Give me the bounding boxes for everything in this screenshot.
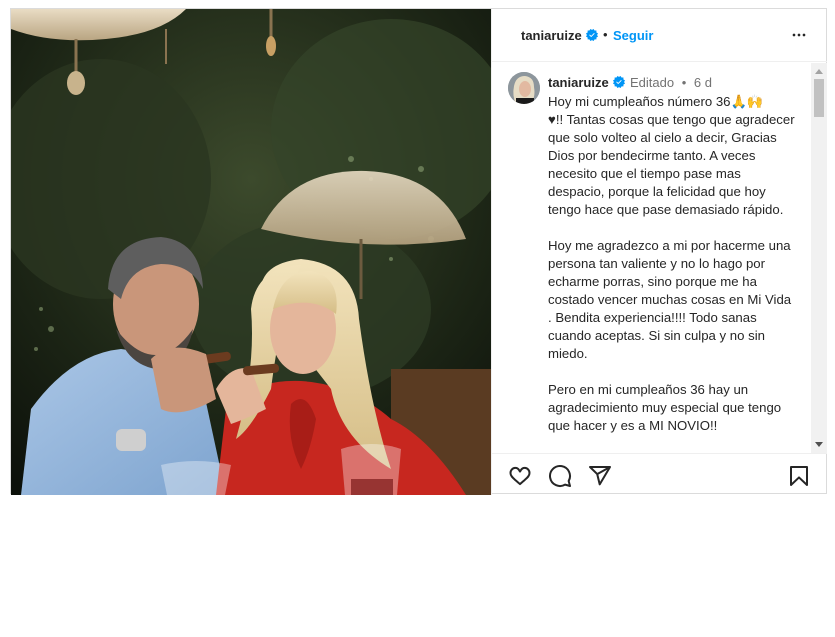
- instagram-post: taniaruize • Seguir taniaruize Editado •…: [10, 8, 827, 495]
- header-username[interactable]: taniaruize: [521, 28, 582, 43]
- avatar[interactable]: [508, 72, 540, 104]
- post-header: taniaruize • Seguir: [492, 9, 827, 62]
- caption-scrollbar[interactable]: [811, 63, 827, 453]
- bookmark-icon[interactable]: [787, 464, 811, 488]
- scroll-up-arrow-icon[interactable]: [815, 69, 823, 74]
- follow-button[interactable]: Seguir: [613, 28, 653, 43]
- more-options-icon[interactable]: [789, 25, 809, 45]
- caption-username[interactable]: taniaruize: [548, 75, 609, 90]
- action-bar: [492, 453, 827, 495]
- scroll-down-arrow-icon[interactable]: [815, 442, 823, 447]
- caption-meta: Editado • 6 d: [630, 75, 712, 90]
- caption-text: Hoy mi cumpleaños número 36🙏🙌 ♥!! Tantas…: [548, 94, 795, 433]
- post-photo-image: [11, 9, 491, 495]
- post-photo[interactable]: [11, 9, 491, 495]
- share-icon[interactable]: [588, 464, 612, 488]
- caption-area: taniaruize Editado • 6 d Hoy mi cumpleañ…: [492, 63, 811, 453]
- post-side-panel: taniaruize • Seguir taniaruize Editado •…: [491, 9, 827, 495]
- header-separator: •: [603, 27, 608, 42]
- heart-icon[interactable]: [508, 464, 532, 488]
- comment-icon[interactable]: [548, 464, 572, 488]
- time-ago[interactable]: 6 d: [694, 75, 712, 90]
- meta-separator: •: [681, 75, 687, 90]
- caption-verified-badge-icon: [613, 76, 625, 88]
- scrollbar-thumb[interactable]: [814, 79, 824, 117]
- edited-label: Editado: [630, 75, 675, 90]
- verified-badge-icon: [586, 29, 598, 41]
